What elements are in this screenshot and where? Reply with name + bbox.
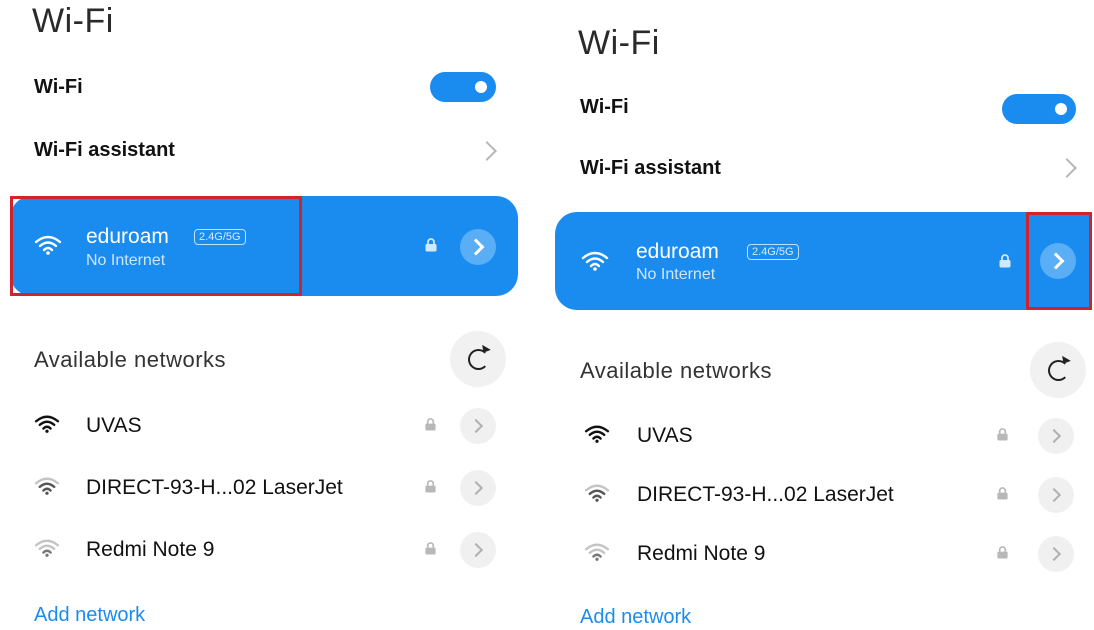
wifi-assistant-label[interactable]: Wi-Fi assistant bbox=[34, 139, 175, 162]
wifi-toggle[interactable] bbox=[1002, 94, 1076, 124]
network-details-button[interactable] bbox=[460, 229, 496, 265]
network-details-button[interactable] bbox=[460, 470, 496, 506]
network-name: DIRECT-93-H...02 LaserJet bbox=[86, 476, 343, 499]
lock-icon bbox=[997, 487, 1008, 500]
wifi-toggle[interactable] bbox=[430, 72, 496, 102]
network-item[interactable]: DIRECT-93-H...02 LaserJet bbox=[584, 477, 1080, 517]
wifi-settings-screen-right: Wi-Fi Wi-Fi Wi-Fi assistant eduroam 2.4G… bbox=[548, 0, 1094, 630]
wifi-signal-icon bbox=[581, 251, 609, 271]
connected-network-card[interactable]: eduroam 2.4G/5G No Internet bbox=[555, 212, 1090, 310]
network-item[interactable]: DIRECT-93-H...02 LaserJet bbox=[34, 470, 500, 510]
network-name: Redmi Note 9 bbox=[637, 542, 766, 565]
page-title: Wi-Fi bbox=[578, 24, 660, 62]
highlight-box bbox=[1026, 212, 1092, 310]
network-item[interactable]: Redmi Note 9 bbox=[584, 536, 1080, 576]
lock-icon bbox=[425, 238, 437, 252]
network-name: UVAS bbox=[637, 424, 693, 447]
network-name: Redmi Note 9 bbox=[86, 538, 215, 561]
wifi-signal-icon bbox=[584, 484, 610, 502]
lock-icon bbox=[997, 428, 1008, 441]
network-details-button[interactable] bbox=[1038, 418, 1074, 454]
refresh-icon[interactable] bbox=[450, 331, 506, 387]
chevron-right-icon[interactable] bbox=[1057, 158, 1077, 178]
lock-icon bbox=[425, 542, 436, 555]
wifi-toggle-label: Wi-Fi bbox=[580, 96, 629, 118]
network-details-button[interactable] bbox=[1038, 477, 1074, 513]
network-item[interactable]: UVAS bbox=[584, 418, 1080, 458]
wifi-signal-icon bbox=[584, 543, 610, 561]
chevron-right-icon[interactable] bbox=[477, 141, 497, 161]
network-details-button[interactable] bbox=[1038, 536, 1074, 572]
connected-ssid: eduroam bbox=[636, 240, 719, 263]
wifi-signal-icon bbox=[34, 477, 60, 495]
network-details-button[interactable] bbox=[460, 532, 496, 568]
network-name: UVAS bbox=[86, 414, 142, 437]
wifi-signal-icon bbox=[34, 539, 60, 557]
wifi-settings-screen-left: Wi-Fi Wi-Fi Wi-Fi assistant eduroam 2.4G… bbox=[0, 0, 540, 630]
network-item[interactable]: UVAS bbox=[34, 408, 500, 448]
network-name: DIRECT-93-H...02 LaserJet bbox=[637, 483, 894, 506]
lock-icon bbox=[997, 546, 1008, 559]
available-networks-header: Available networks bbox=[580, 358, 773, 383]
available-networks-header: Available networks bbox=[34, 347, 227, 372]
add-network-link[interactable]: Add network bbox=[34, 604, 145, 627]
refresh-icon[interactable] bbox=[1030, 342, 1086, 398]
highlight-box bbox=[10, 196, 302, 296]
connection-status: No Internet bbox=[636, 266, 716, 283]
wifi-toggle-label: Wi-Fi bbox=[34, 76, 83, 98]
network-item[interactable]: Redmi Note 9 bbox=[34, 532, 500, 572]
band-badge: 2.4G/5G bbox=[747, 244, 799, 260]
lock-icon bbox=[425, 480, 436, 493]
add-network-link[interactable]: Add network bbox=[580, 606, 691, 629]
wifi-assistant-label[interactable]: Wi-Fi assistant bbox=[580, 157, 721, 180]
lock-icon bbox=[425, 418, 436, 431]
page-title: Wi-Fi bbox=[32, 2, 114, 40]
wifi-signal-icon bbox=[584, 425, 610, 443]
network-details-button[interactable] bbox=[460, 408, 496, 444]
lock-icon bbox=[999, 254, 1011, 268]
wifi-signal-icon bbox=[34, 415, 60, 433]
